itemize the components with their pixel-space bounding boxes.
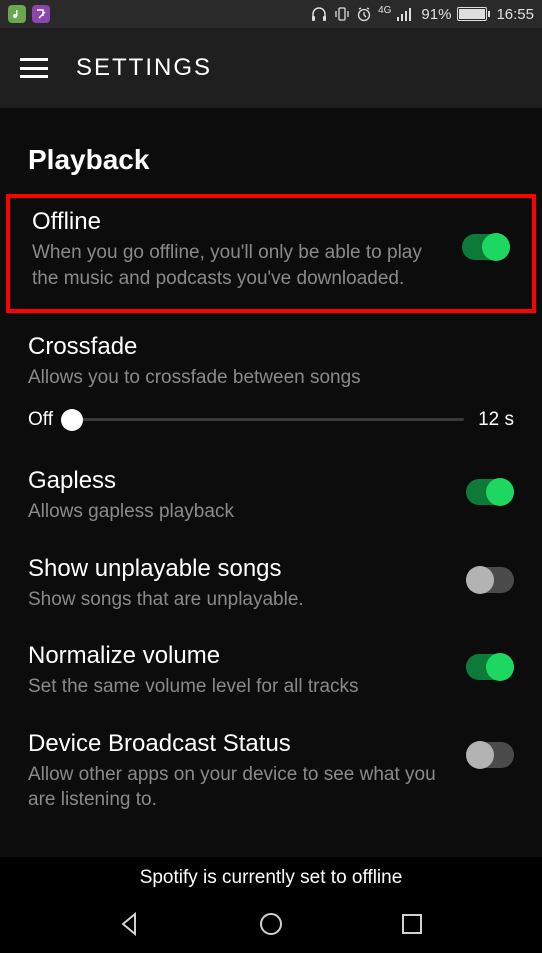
setting-gapless[interactable]: Gapless Allows gapless playback bbox=[0, 455, 542, 543]
vibrate-icon bbox=[334, 6, 350, 22]
setting-broadcast[interactable]: Device Broadcast Status Allow other apps… bbox=[0, 718, 542, 831]
battery-icon bbox=[457, 7, 490, 21]
gapless-toggle[interactable] bbox=[466, 479, 514, 505]
recents-button[interactable] bbox=[397, 909, 427, 939]
headphones-icon bbox=[310, 6, 328, 22]
system-navbar bbox=[0, 895, 542, 953]
section-title: Playback bbox=[0, 108, 542, 194]
crossfade-max-label: 12 s bbox=[478, 409, 514, 431]
app-notif-icon-1 bbox=[8, 5, 26, 23]
gapless-desc: Allows gapless playback bbox=[28, 499, 446, 525]
app-header: SETTINGS bbox=[0, 28, 542, 108]
statusbar-left bbox=[8, 5, 50, 23]
gapless-label: Gapless bbox=[28, 467, 446, 495]
app-notif-icon-2 bbox=[32, 5, 50, 23]
normalize-label: Normalize volume bbox=[28, 642, 446, 670]
crossfade-slider-row: Off 12 s bbox=[0, 395, 542, 455]
offline-toggle[interactable] bbox=[462, 234, 510, 260]
crossfade-slider[interactable] bbox=[67, 418, 464, 421]
page-title: SETTINGS bbox=[76, 54, 212, 82]
unplayable-desc: Show songs that are unplayable. bbox=[28, 587, 446, 613]
offline-desc: When you go offline, you'll only be able… bbox=[32, 240, 442, 291]
settings-content: Playback Offline When you go offline, yo… bbox=[0, 108, 542, 857]
status-bar: 4G 91% 16:55 bbox=[0, 0, 542, 28]
footer-caption: Spotify is currently set to offline bbox=[0, 857, 542, 895]
network-type: 4G bbox=[378, 5, 391, 16]
crossfade-min-label: Off bbox=[28, 409, 53, 431]
back-button[interactable] bbox=[115, 909, 145, 939]
battery-percent: 91% bbox=[421, 6, 451, 23]
setting-offline[interactable]: Offline When you go offline, you'll only… bbox=[6, 194, 536, 313]
unplayable-toggle[interactable] bbox=[466, 567, 514, 593]
broadcast-label: Device Broadcast Status bbox=[28, 730, 446, 758]
unplayable-label: Show unplayable songs bbox=[28, 555, 446, 583]
alarm-icon bbox=[356, 6, 372, 22]
crossfade-desc: Allows you to crossfade between songs bbox=[28, 365, 514, 391]
broadcast-toggle[interactable] bbox=[466, 742, 514, 768]
normalize-toggle[interactable] bbox=[466, 654, 514, 680]
setting-unplayable[interactable]: Show unplayable songs Show songs that ar… bbox=[0, 543, 542, 631]
normalize-desc: Set the same volume level for all tracks bbox=[28, 674, 446, 700]
menu-icon[interactable] bbox=[20, 58, 48, 78]
crossfade-label: Crossfade bbox=[28, 333, 514, 361]
clock: 16:55 bbox=[496, 6, 534, 23]
setting-normalize[interactable]: Normalize volume Set the same volume lev… bbox=[0, 630, 542, 718]
setting-crossfade: Crossfade Allows you to crossfade betwee… bbox=[0, 321, 542, 395]
crossfade-slider-thumb[interactable] bbox=[61, 409, 83, 431]
broadcast-desc: Allow other apps on your device to see w… bbox=[28, 762, 446, 813]
offline-label: Offline bbox=[32, 208, 442, 236]
home-button[interactable] bbox=[256, 909, 286, 939]
screen: 4G 91% 16:55 SETTINGS Playback Offline W… bbox=[0, 0, 542, 953]
signal-icon bbox=[397, 7, 415, 21]
statusbar-right: 4G 91% 16:55 bbox=[310, 6, 534, 23]
